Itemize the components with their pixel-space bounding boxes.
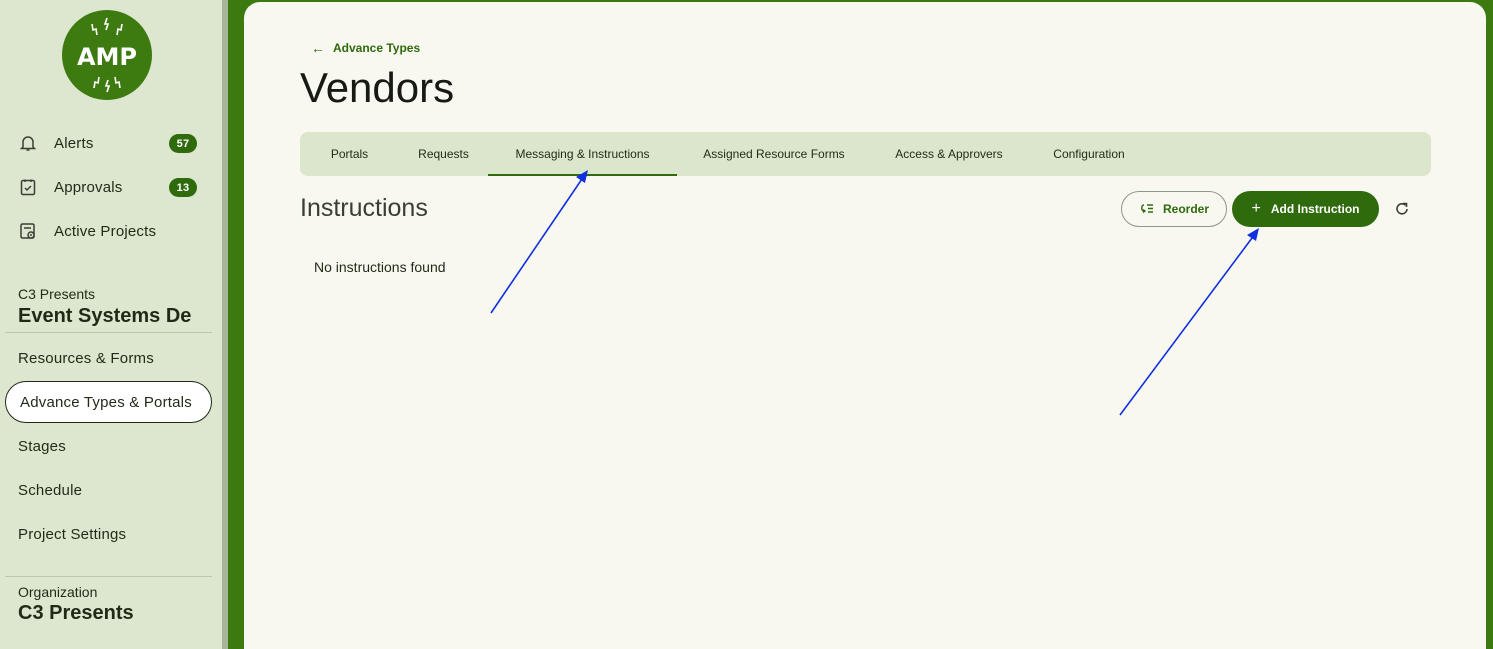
sidebar-item-schedule[interactable]: Schedule: [5, 469, 212, 511]
back-link-label: Advance Types: [333, 41, 421, 55]
add-instruction-button[interactable]: + Add Instruction: [1232, 191, 1379, 227]
sidebar-divider-line: [5, 332, 212, 333]
reorder-button[interactable]: Reorder: [1121, 191, 1227, 227]
add-instruction-label: Add Instruction: [1270, 202, 1360, 216]
project-view-icon: [18, 221, 38, 241]
nav-alerts-label: Alerts: [54, 134, 94, 152]
section-heading: Instructions: [300, 194, 428, 222]
alerts-count-badge: 57: [169, 134, 197, 153]
tab-access-approvers[interactable]: Access & Approvers: [871, 132, 1027, 176]
project-org-label: C3 Presents: [18, 286, 96, 302]
clipboard-check-icon: [18, 177, 38, 197]
app-window: AMP Alerts 57 Approvals 13 Active Projec…: [0, 0, 1493, 649]
frame-border: [228, 0, 244, 649]
sidebar-item-resources-forms[interactable]: Resources & Forms: [5, 337, 212, 379]
tab-assigned-resource-forms[interactable]: Assigned Resource Forms: [677, 132, 871, 176]
svg-text:AMP: AMP: [77, 43, 137, 71]
organization-label: Organization: [18, 584, 98, 600]
tab-portals[interactable]: Portals: [300, 132, 399, 176]
page-title: Vendors: [300, 64, 455, 111]
bell-icon: [18, 133, 38, 153]
tab-requests[interactable]: Requests: [399, 132, 488, 176]
tab-bar: Portals Requests Messaging & Instruction…: [300, 132, 1431, 176]
arrow-left-icon: ←: [311, 40, 325, 56]
nav-approvals[interactable]: Approvals 13: [0, 167, 212, 207]
sidebar-item-advance-types-portals[interactable]: Advance Types & Portals: [5, 381, 212, 423]
nav-alerts[interactable]: Alerts 57: [0, 123, 212, 163]
organization-name[interactable]: C3 Presents: [18, 602, 212, 625]
nav-active-projects[interactable]: Active Projects: [0, 211, 212, 251]
back-link-advance-types[interactable]: ← Advance Types: [311, 40, 420, 56]
nav-active-projects-label: Active Projects: [54, 222, 157, 240]
reorder-label: Reorder: [1162, 202, 1209, 216]
plus-icon: +: [1251, 200, 1261, 217]
refresh-icon[interactable]: [1392, 199, 1412, 219]
project-name[interactable]: Event Systems De: [18, 305, 212, 328]
amp-logo[interactable]: AMP: [62, 10, 152, 100]
empty-state-text: No instructions found: [314, 259, 446, 275]
tab-messaging-instructions[interactable]: Messaging & Instructions: [488, 132, 677, 176]
tab-configuration[interactable]: Configuration: [1027, 132, 1151, 176]
approvals-count-badge: 13: [169, 178, 197, 197]
nav-approvals-label: Approvals: [54, 178, 123, 196]
sidebar-item-stages[interactable]: Stages: [5, 425, 212, 467]
reorder-icon: [1139, 202, 1155, 216]
sidebar-divider-line: [5, 576, 212, 577]
main-panel: ← Advance Types Vendors Portals Requests…: [244, 2, 1486, 649]
sidebar: AMP Alerts 57 Approvals 13 Active Projec…: [0, 0, 222, 649]
sidebar-item-project-settings[interactable]: Project Settings: [5, 513, 212, 555]
